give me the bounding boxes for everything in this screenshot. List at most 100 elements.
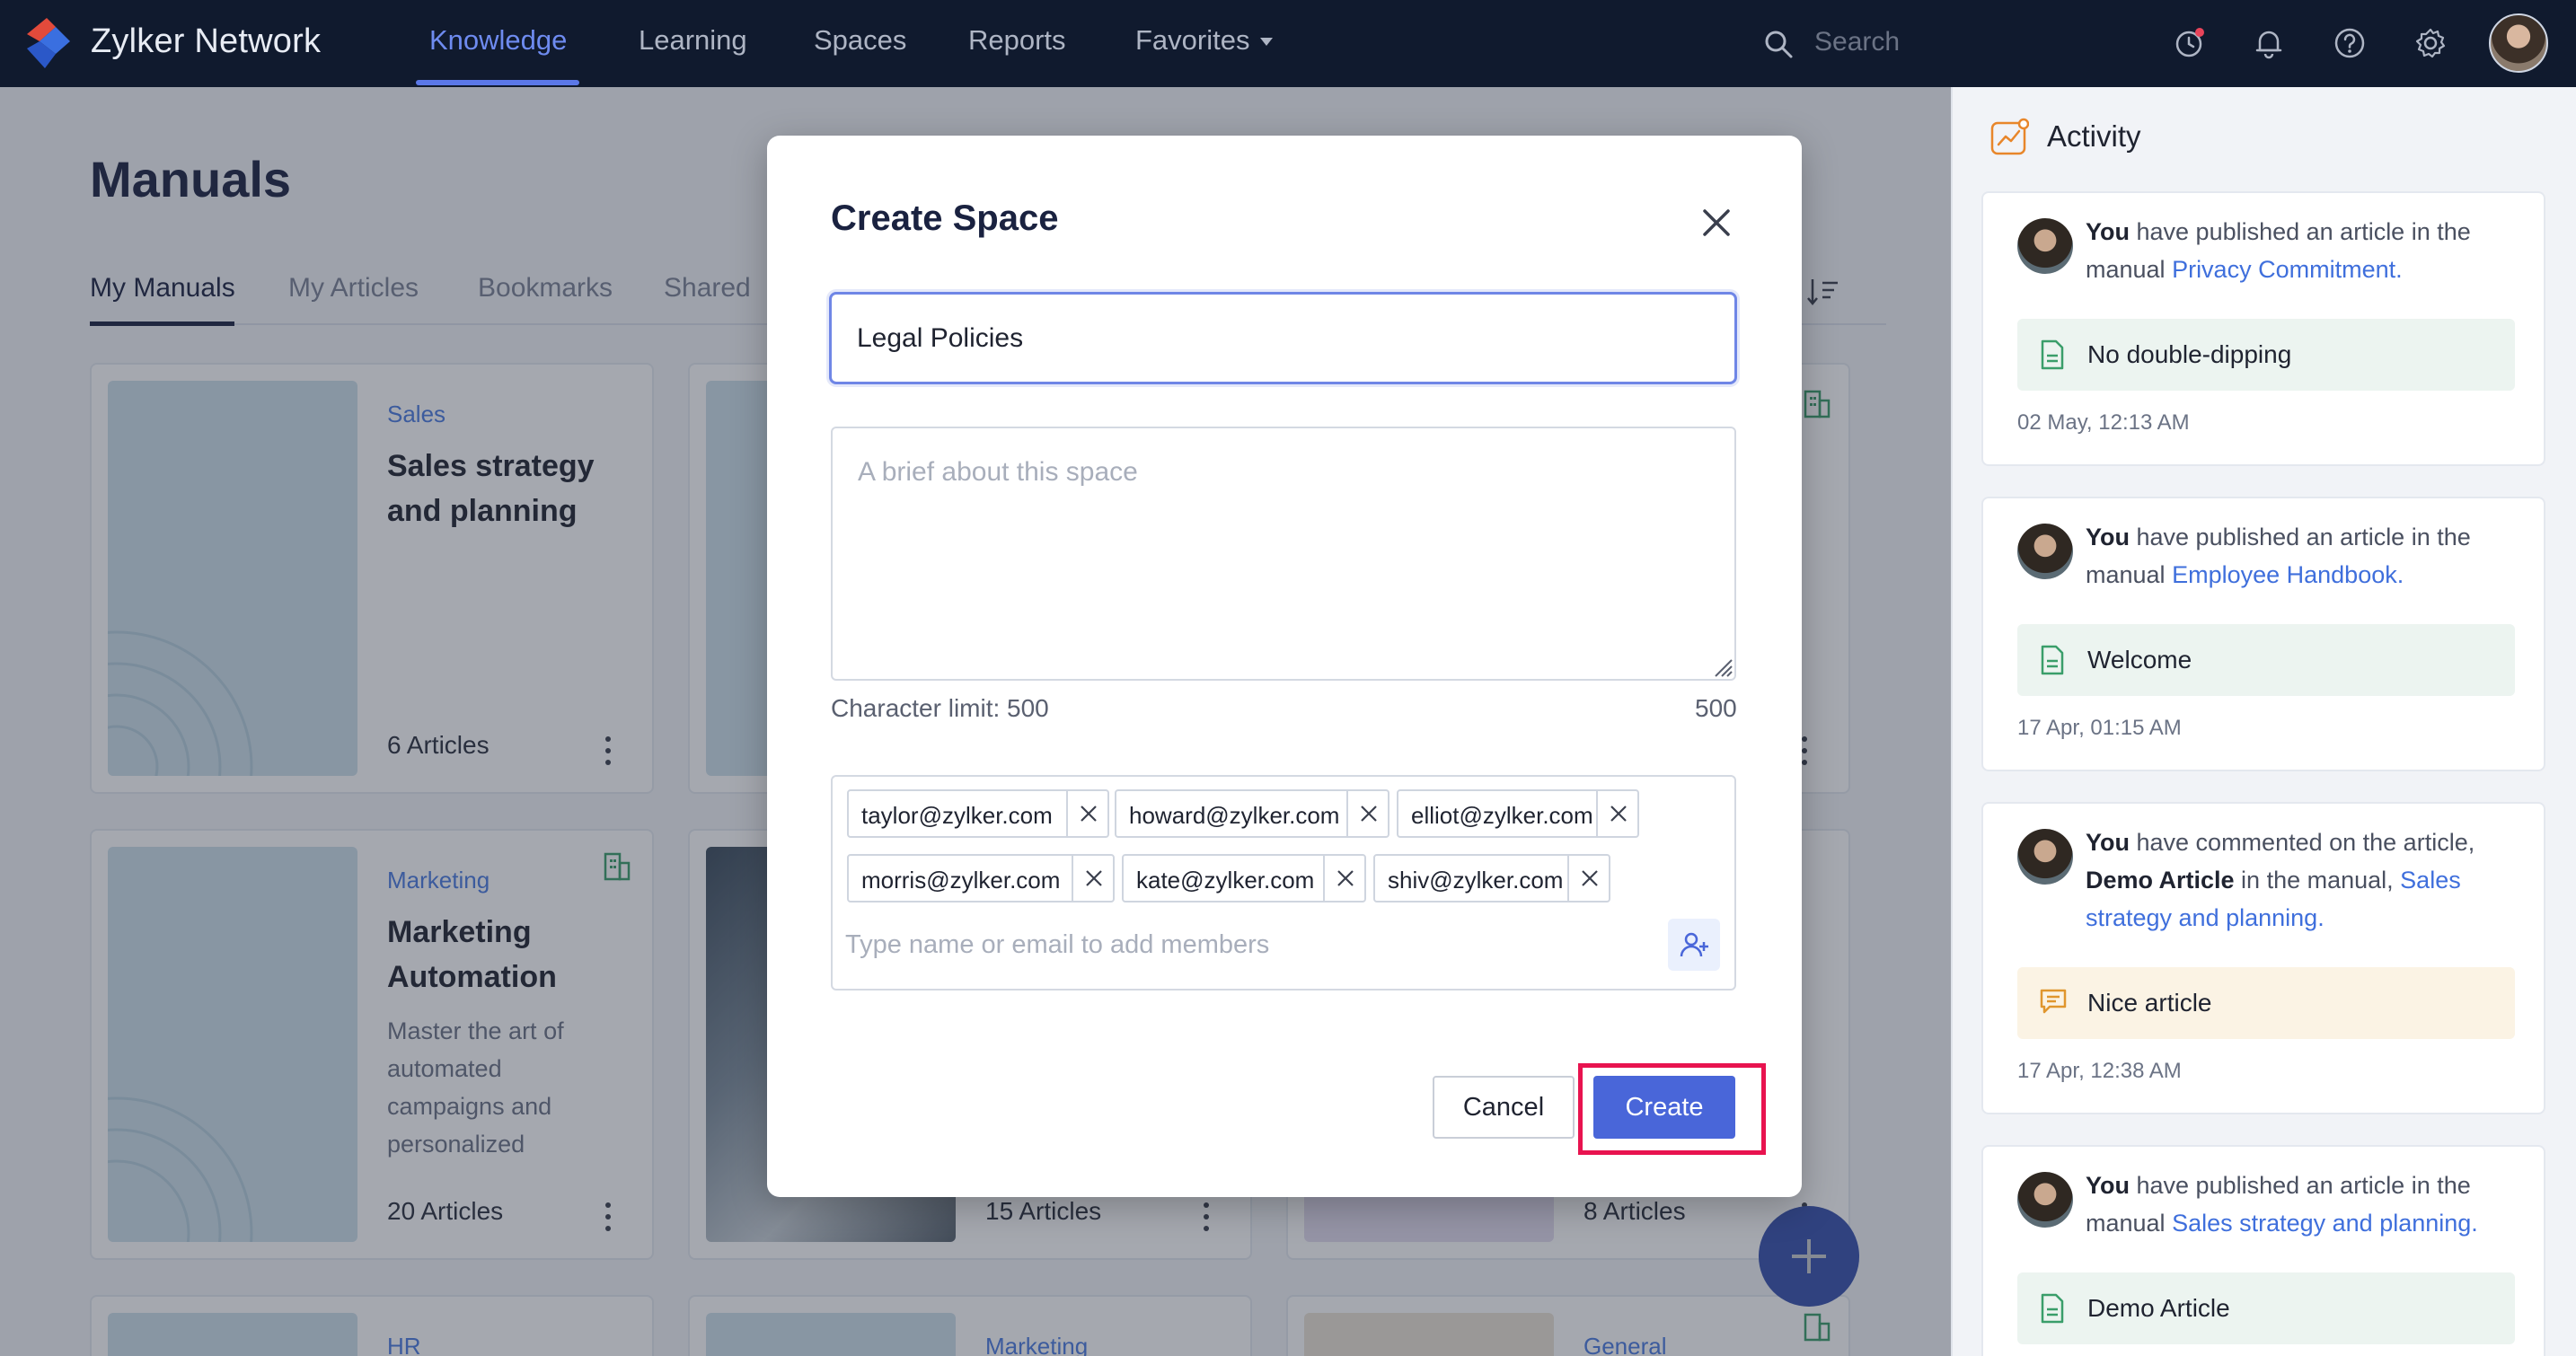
space-name-input[interactable] xyxy=(829,292,1737,384)
dialog-title: Create Space xyxy=(831,198,1059,238)
activity-suffix: . xyxy=(2396,561,2404,588)
activity-manual-link[interactable]: Sales strategy and planning xyxy=(2172,1210,2471,1237)
close-icon xyxy=(1610,806,1627,822)
clock-icon[interactable] xyxy=(2172,25,2208,61)
remove-member-button[interactable] xyxy=(1072,856,1113,901)
nav-reports[interactable]: Reports xyxy=(968,24,1066,57)
activity-suffix: . xyxy=(2317,904,2325,931)
activity-actor: You xyxy=(2086,1172,2130,1199)
comment-icon xyxy=(2040,989,2067,1014)
nav-active-indicator xyxy=(416,80,579,85)
bell-icon[interactable] xyxy=(2251,25,2287,61)
top-bar: Zylker Network Knowledge Learning Spaces… xyxy=(0,0,2576,87)
avatar xyxy=(2017,829,2073,885)
resize-handle-icon[interactable] xyxy=(1712,656,1734,678)
remove-member-button[interactable] xyxy=(1066,791,1107,836)
activity-actor: You xyxy=(2086,524,2130,550)
member-email: morris@zylker.com xyxy=(861,867,1061,894)
activity-comment-pill[interactable]: Nice article xyxy=(2017,967,2515,1039)
activity-article-pill[interactable]: Welcome xyxy=(2017,624,2515,696)
avatar xyxy=(2017,524,2073,579)
fab-dim-layer xyxy=(1759,1206,1859,1307)
member-email: kate@zylker.com xyxy=(1136,867,1315,894)
remove-member-button[interactable] xyxy=(1323,856,1364,901)
member-chip: kate@zylker.com xyxy=(1122,854,1366,903)
activity-actor: You xyxy=(2086,829,2130,856)
avatar xyxy=(2017,1172,2073,1228)
activity-timestamp: 17 Apr, 12:38 AM xyxy=(2017,1059,2182,1083)
activity-article-title: No double-dipping xyxy=(2087,340,2292,368)
nav-favorites-label: Favorites xyxy=(1135,24,1250,56)
close-icon xyxy=(1337,870,1354,886)
nav-favorites[interactable]: Favorites xyxy=(1135,24,1274,57)
member-chip: elliot@zylker.com xyxy=(1397,789,1639,838)
activity-item: You have published an article in the man… xyxy=(1981,497,2545,771)
help-icon[interactable] xyxy=(2332,25,2368,61)
activity-manual-link[interactable]: Employee Handbook xyxy=(2172,561,2397,588)
member-email: elliot@zylker.com xyxy=(1411,802,1593,829)
avatar xyxy=(2017,218,2073,274)
activity-timestamp: 17 Apr, 01:15 AM xyxy=(2017,716,2182,740)
member-chip: shiv@zylker.com xyxy=(1373,854,1610,903)
document-icon xyxy=(2041,339,2064,370)
member-email: howard@zylker.com xyxy=(1129,802,1340,829)
character-limit-label: Character limit: 500 xyxy=(831,694,1049,722)
search-input[interactable]: Search xyxy=(1814,27,1900,57)
activity-suffix: . xyxy=(2395,256,2403,283)
document-icon xyxy=(2041,1293,2064,1324)
activity-panel: Activity You have published an article i… xyxy=(1951,87,2576,1356)
add-member-input[interactable] xyxy=(845,922,1654,967)
activity-comment-text: Nice article xyxy=(2087,989,2212,1017)
create-space-dialog: Create Space Character limit: 500 500 ta… xyxy=(767,136,1802,1197)
close-icon xyxy=(1086,870,1102,886)
add-member-button[interactable] xyxy=(1668,919,1720,971)
activity-description: have commented on the article, xyxy=(2130,829,2475,856)
nav-spaces[interactable]: Spaces xyxy=(814,24,906,57)
activity-manual-link[interactable]: Privacy Commitment xyxy=(2172,256,2395,283)
activity-text: You have published an article in the man… xyxy=(2086,518,2526,594)
member-chip: morris@zylker.com xyxy=(847,854,1115,903)
members-field[interactable]: taylor@zylker.com howard@zylker.com elli… xyxy=(831,775,1736,991)
member-email: taylor@zylker.com xyxy=(861,802,1053,829)
activity-text: You have published an article in the man… xyxy=(2086,213,2526,288)
remove-member-button[interactable] xyxy=(1567,856,1609,901)
brand-name[interactable]: Zylker Network xyxy=(91,22,321,61)
activity-article-title: Demo Article xyxy=(2087,1294,2230,1322)
activity-timestamp: 02 May, 12:13 AM xyxy=(2017,410,2190,435)
close-icon[interactable] xyxy=(1696,202,1737,243)
activity-article-ref[interactable]: Demo Article xyxy=(2086,867,2235,894)
close-icon xyxy=(1081,806,1097,822)
activity-article-pill[interactable]: Demo Article xyxy=(2017,1272,2515,1344)
activity-actor: You xyxy=(2086,218,2130,245)
activity-description-2: in the manual, xyxy=(2234,867,2401,894)
zylker-logo-icon[interactable] xyxy=(20,14,77,72)
activity-text: You have commented on the article, Demo … xyxy=(2086,823,2526,937)
member-email: shiv@zylker.com xyxy=(1388,867,1564,894)
character-count: 500 xyxy=(1695,694,1737,722)
activity-title: Activity xyxy=(2047,119,2141,153)
close-icon xyxy=(1582,870,1598,886)
cancel-button[interactable]: Cancel xyxy=(1433,1076,1575,1139)
gear-icon[interactable] xyxy=(2413,25,2448,61)
member-chip: howard@zylker.com xyxy=(1115,789,1389,838)
activity-chart-icon xyxy=(1990,118,2029,155)
activity-text: You have published an article in the man… xyxy=(2086,1167,2526,1242)
space-brief-textarea[interactable] xyxy=(831,427,1736,681)
add-user-icon xyxy=(1680,932,1708,957)
activity-article-title: Welcome xyxy=(2087,646,2192,674)
remove-member-button[interactable] xyxy=(1596,791,1637,836)
member-chip: taylor@zylker.com xyxy=(847,789,1109,838)
create-button[interactable]: Create xyxy=(1593,1076,1735,1139)
remove-member-button[interactable] xyxy=(1346,791,1388,836)
activity-item: You have commented on the article, Demo … xyxy=(1981,802,2545,1114)
nav-knowledge[interactable]: Knowledge xyxy=(429,24,567,57)
activity-article-pill[interactable]: No double-dipping xyxy=(2017,319,2515,391)
chevron-down-icon xyxy=(1260,38,1274,47)
user-avatar[interactable] xyxy=(2489,13,2548,73)
search-icon[interactable] xyxy=(1762,28,1795,60)
activity-item: You have published an article in the man… xyxy=(1981,191,2545,466)
close-icon xyxy=(1361,806,1377,822)
nav-learning[interactable]: Learning xyxy=(639,24,747,57)
document-icon xyxy=(2041,645,2064,675)
activity-suffix: . xyxy=(2471,1210,2478,1237)
